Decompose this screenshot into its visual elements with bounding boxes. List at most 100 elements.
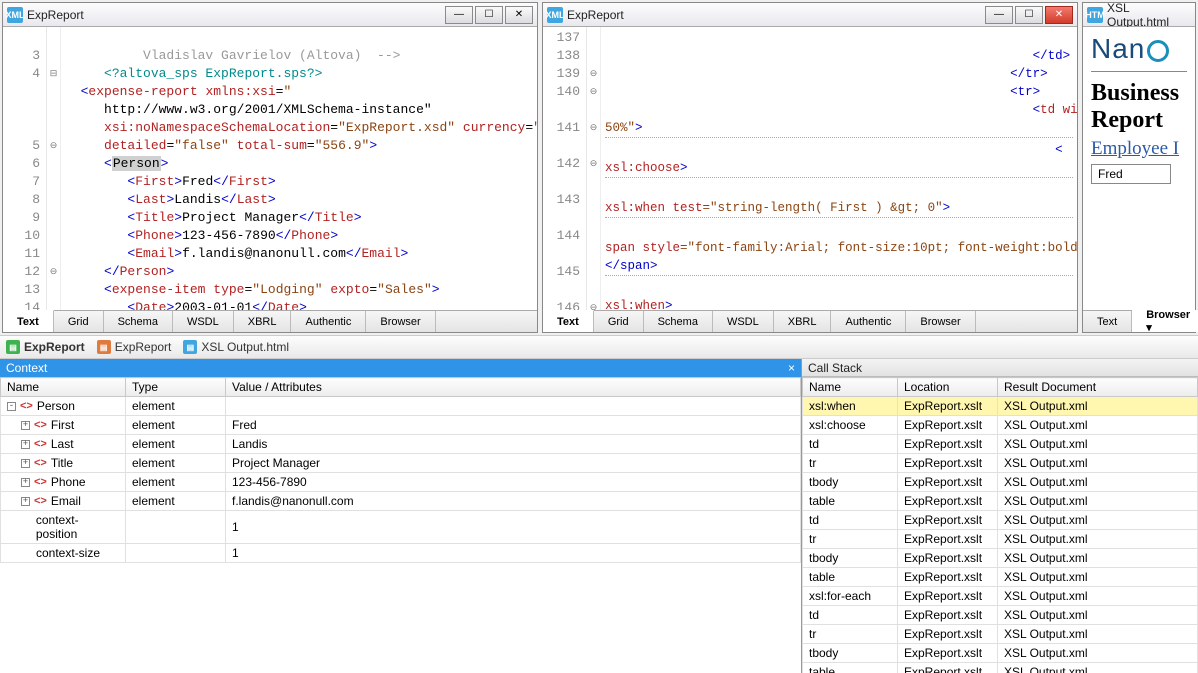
- html-preview: Nan Business Report Employee I Fred: [1083, 27, 1195, 310]
- code-editor-left[interactable]: 34 56789101112131415 ⊟⊖ ⊖ Vladislav Gavr…: [3, 27, 537, 310]
- element-icon: <>: [34, 419, 47, 431]
- view-tab-wsdl[interactable]: WSDL: [713, 311, 774, 332]
- tree-expander-icon[interactable]: -: [7, 402, 16, 411]
- report-heading: Business: [1091, 80, 1187, 107]
- tree-expander-icon[interactable]: +: [21, 478, 30, 487]
- view-tab-text[interactable]: Text: [543, 310, 594, 332]
- xml-file-icon: XML: [547, 7, 563, 23]
- minimize-button[interactable]: —: [985, 6, 1013, 24]
- code-editor-mid[interactable]: 137138139140 141 142 143 144 145 146 ⊖⊖⊖…: [543, 27, 1077, 310]
- close-button[interactable]: ✕: [505, 6, 533, 24]
- view-tab-browser[interactable]: Browser: [366, 311, 435, 332]
- callstack-row[interactable]: xsl:chooseExpReport.xsltXSL Output.xml: [803, 416, 1198, 435]
- view-tab-browser[interactable]: Browser ▾: [1132, 310, 1198, 332]
- doc-tab[interactable]: ▤ExpReport: [97, 340, 172, 354]
- callstack-panel: Call Stack NameLocationResult Document x…: [802, 359, 1198, 673]
- view-tab-schema[interactable]: Schema: [644, 311, 713, 332]
- file-icon: ▤: [6, 340, 20, 354]
- callstack-row[interactable]: tbodyExpReport.xsltXSL Output.xml: [803, 644, 1198, 663]
- column-header[interactable]: Type: [126, 378, 226, 397]
- close-button[interactable]: ✕: [1045, 6, 1073, 24]
- view-tab-xbrl[interactable]: XBRL: [774, 311, 832, 332]
- callstack-panel-header: Call Stack: [802, 359, 1198, 377]
- column-header[interactable]: Name: [803, 378, 898, 397]
- view-tab-text[interactable]: Text: [3, 310, 54, 332]
- context-grid[interactable]: NameTypeValue / Attributes -<>Personelem…: [0, 377, 801, 673]
- callstack-row[interactable]: tableExpReport.xsltXSL Output.xml: [803, 568, 1198, 587]
- element-icon: <>: [34, 457, 47, 469]
- context-panel: Context × NameTypeValue / Attributes -<>…: [0, 359, 802, 673]
- view-tab-text[interactable]: Text: [1083, 311, 1132, 332]
- context-panel-header: Context ×: [0, 359, 801, 377]
- column-header[interactable]: Result Document: [998, 378, 1198, 397]
- titlebar-mid: XML ExpReport — ☐ ✕: [543, 3, 1077, 27]
- titlebar-right: HTM XSL Output.html: [1083, 3, 1195, 27]
- context-row[interactable]: +<>FirstelementFred: [1, 416, 801, 435]
- column-header[interactable]: Location: [898, 378, 998, 397]
- report-heading-2: Report: [1091, 107, 1187, 134]
- editor-pane-right: HTM XSL Output.html Nan Business Report …: [1082, 2, 1196, 333]
- callstack-row[interactable]: trExpReport.xsltXSL Output.xml: [803, 625, 1198, 644]
- callstack-row[interactable]: tdExpReport.xsltXSL Output.xml: [803, 606, 1198, 625]
- document-tabs: ▤ExpReport ▤ExpReport ▤XSL Output.html: [0, 335, 1198, 359]
- tree-expander-icon[interactable]: +: [21, 459, 30, 468]
- doc-tab[interactable]: ▤XSL Output.html: [183, 340, 289, 354]
- line-gutter: 34 56789101112131415: [3, 27, 47, 310]
- tree-expander-icon[interactable]: +: [21, 421, 30, 430]
- callstack-grid[interactable]: NameLocationResult Document xsl:whenExpR…: [802, 377, 1198, 673]
- view-tab-grid[interactable]: Grid: [54, 311, 104, 332]
- tree-expander-icon[interactable]: +: [21, 440, 30, 449]
- tree-expander-icon[interactable]: +: [21, 497, 30, 506]
- callstack-row[interactable]: xsl:whenExpReport.xsltXSL Output.xml: [803, 397, 1198, 416]
- element-icon: <>: [20, 400, 33, 412]
- editor-title: ExpReport: [27, 8, 441, 22]
- code-area[interactable]: Vladislav Gavrielov (Altova) --> <?altov…: [61, 27, 537, 310]
- callstack-row[interactable]: tbodyExpReport.xsltXSL Output.xml: [803, 549, 1198, 568]
- xml-file-icon: XML: [7, 7, 23, 23]
- column-header[interactable]: Value / Attributes: [226, 378, 801, 397]
- element-icon: <>: [34, 476, 47, 488]
- code-area[interactable]: </td> </tr> <tr> <td width=" 50%">: [601, 27, 1077, 310]
- employee-label: Employee I: [1091, 138, 1187, 160]
- editor-title: ExpReport: [567, 8, 981, 22]
- view-tab-xbrl[interactable]: XBRL: [234, 311, 292, 332]
- maximize-button[interactable]: ☐: [1015, 6, 1043, 24]
- callstack-row[interactable]: tbodyExpReport.xsltXSL Output.xml: [803, 473, 1198, 492]
- fold-gutter[interactable]: ⊟⊖ ⊖: [47, 27, 61, 310]
- callstack-row[interactable]: tdExpReport.xsltXSL Output.xml: [803, 435, 1198, 454]
- employee-value: Fred: [1091, 164, 1171, 184]
- view-tab-authentic[interactable]: Authentic: [291, 311, 366, 332]
- view-tab-authentic[interactable]: Authentic: [831, 311, 906, 332]
- callstack-row[interactable]: trExpReport.xsltXSL Output.xml: [803, 530, 1198, 549]
- callstack-row[interactable]: tableExpReport.xsltXSL Output.xml: [803, 663, 1198, 673]
- view-tab-browser[interactable]: Browser: [906, 311, 975, 332]
- callstack-row[interactable]: trExpReport.xsltXSL Output.xml: [803, 454, 1198, 473]
- callstack-row[interactable]: tableExpReport.xsltXSL Output.xml: [803, 492, 1198, 511]
- context-row[interactable]: context-size1: [1, 544, 801, 563]
- line-gutter: 137138139140 141 142 143 144 145 146: [543, 27, 587, 310]
- view-tab-grid[interactable]: Grid: [594, 311, 644, 332]
- editor-pane-mid: XML ExpReport — ☐ ✕ 137138139140 141 142…: [542, 2, 1078, 333]
- maximize-button[interactable]: ☐: [475, 6, 503, 24]
- editor-view-tabs: TextBrowser ▾: [1083, 310, 1195, 332]
- column-header[interactable]: Name: [1, 378, 126, 397]
- callstack-row[interactable]: xsl:for-eachExpReport.xsltXSL Output.xml: [803, 587, 1198, 606]
- element-icon: <>: [34, 495, 47, 507]
- minimize-button[interactable]: —: [445, 6, 473, 24]
- file-icon: ▤: [97, 340, 111, 354]
- editor-pane-left: XML ExpReport — ☐ ✕ 34 56789101112131415…: [2, 2, 538, 333]
- fold-gutter[interactable]: ⊖⊖⊖⊖ ⊖: [587, 27, 601, 310]
- doc-tab[interactable]: ▤ExpReport: [6, 340, 85, 354]
- view-tab-wsdl[interactable]: WSDL: [173, 311, 234, 332]
- context-row[interactable]: +<>TitleelementProject Manager: [1, 454, 801, 473]
- titlebar-left: XML ExpReport — ☐ ✕: [3, 3, 537, 27]
- editor-view-tabs: TextGridSchemaWSDLXBRLAuthenticBrowser: [3, 310, 537, 332]
- callstack-row[interactable]: tdExpReport.xsltXSL Output.xml: [803, 511, 1198, 530]
- context-row[interactable]: -<>Personelement: [1, 397, 801, 416]
- context-row[interactable]: +<>Phoneelement123-456-7890: [1, 473, 801, 492]
- context-row[interactable]: +<>Emailelementf.landis@nanonull.com: [1, 492, 801, 511]
- panel-close-icon[interactable]: ×: [788, 361, 795, 375]
- context-row[interactable]: context-position1: [1, 511, 801, 544]
- view-tab-schema[interactable]: Schema: [104, 311, 173, 332]
- context-row[interactable]: +<>LastelementLandis: [1, 435, 801, 454]
